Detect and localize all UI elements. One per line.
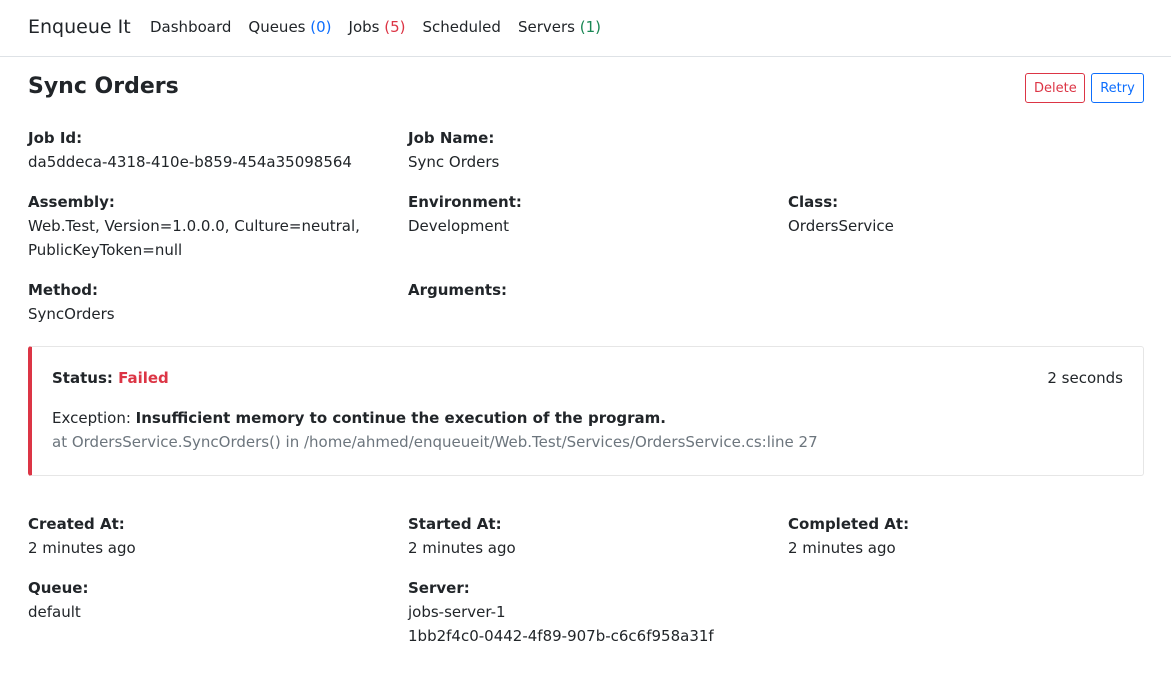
method-label: Method: (28, 281, 98, 299)
method-field: Method: SyncOrders (28, 278, 388, 326)
nav-servers[interactable]: Servers (1) (518, 18, 601, 36)
assembly-value: Web.Test, Version=1.0.0.0, Culture=neutr… (28, 217, 360, 259)
brand-link[interactable]: Enqueue It (28, 16, 131, 38)
exception-label: Exception: (52, 409, 131, 427)
server-field: Server: jobs-server-1 1bb2f4c0-0442-4f89… (408, 576, 768, 648)
status-card: Status: Failed 2 seconds Exception: Insu… (28, 346, 1144, 476)
arguments-label: Arguments: (408, 281, 508, 299)
job-name-value: Sync Orders (408, 153, 500, 171)
status-line: Status: Failed (52, 369, 169, 387)
nav-jobs-label: Jobs (348, 18, 380, 36)
class-value: OrdersService (788, 217, 894, 235)
completed-at-label: Completed At: (788, 515, 910, 533)
assembly-field: Assembly: Web.Test, Version=1.0.0.0, Cul… (28, 190, 388, 262)
completed-at-field: Completed At: 2 minutes ago (788, 512, 1148, 560)
completed-at-value: 2 minutes ago (788, 539, 896, 557)
status-label: Status: (52, 369, 113, 387)
queue-label: Queue: (28, 579, 89, 597)
class-label: Class: (788, 193, 839, 211)
created-at-field: Created At: 2 minutes ago (28, 512, 388, 560)
server-label: Server: (408, 579, 470, 597)
nav-menu: Dashboard Queues (0) Jobs (5) Scheduled … (150, 18, 601, 36)
top-navbar: Enqueue It Dashboard Queues (0) Jobs (5)… (0, 0, 1171, 57)
created-at-value: 2 minutes ago (28, 539, 136, 557)
job-id-label: Job Id: (28, 129, 83, 147)
queue-value: default (28, 603, 81, 621)
queue-field: Queue: default (28, 576, 388, 624)
nav-dashboard-label: Dashboard (150, 18, 232, 36)
status-badge: Failed (118, 369, 169, 387)
job-id-field: Job Id: da5ddeca-4318-410e-b859-454a3509… (28, 126, 388, 174)
exception-line: Exception: Insufficient memory to contin… (52, 409, 666, 427)
arguments-field: Arguments: (408, 278, 768, 302)
nav-scheduled-label: Scheduled (422, 18, 501, 36)
method-value: SyncOrders (28, 305, 115, 323)
nav-servers-label: Servers (517, 18, 575, 36)
nav-queues[interactable]: Queues (0) (248, 18, 331, 36)
delete-button[interactable]: Delete (1025, 73, 1085, 103)
created-at-label: Created At: (28, 515, 125, 533)
stack-trace: at OrdersService.SyncOrders() in /home/a… (52, 433, 818, 451)
exception-message: Insufficient memory to continue the exec… (135, 409, 666, 427)
retry-button[interactable]: Retry (1091, 73, 1144, 103)
nav-jobs[interactable]: Jobs (5) (349, 18, 406, 36)
queues-count: (0) (310, 18, 332, 36)
servers-count: (1) (579, 18, 601, 36)
nav-dashboard[interactable]: Dashboard (150, 18, 231, 36)
server-value: jobs-server-1 1bb2f4c0-0442-4f89-907b-c6… (408, 603, 714, 645)
nav-queues-label: Queues (248, 18, 306, 36)
started-at-value: 2 minutes ago (408, 539, 516, 557)
environment-field: Environment: Development (408, 190, 768, 238)
class-field: Class: OrdersService (788, 190, 1148, 238)
nav-scheduled[interactable]: Scheduled (422, 18, 500, 36)
job-name-field: Job Name: Sync Orders (408, 126, 768, 174)
status-duration: 2 seconds (1047, 369, 1123, 387)
started-at-field: Started At: 2 minutes ago (408, 512, 768, 560)
job-id-value: da5ddeca-4318-410e-b859-454a35098564 (28, 153, 352, 171)
environment-value: Development (408, 217, 509, 235)
started-at-label: Started At: (408, 515, 502, 533)
environment-label: Environment: (408, 193, 522, 211)
page-title: Sync Orders (28, 74, 179, 99)
job-name-label: Job Name: (408, 129, 495, 147)
jobs-count: (5) (384, 18, 406, 36)
assembly-label: Assembly: (28, 193, 115, 211)
